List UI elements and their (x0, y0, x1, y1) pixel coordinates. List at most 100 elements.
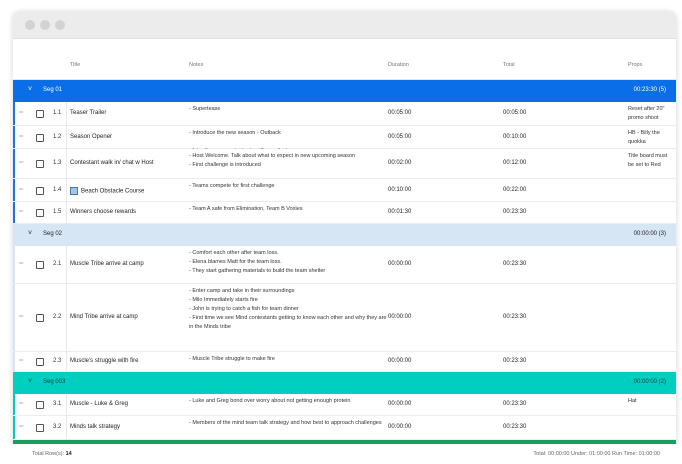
chevron-down-icon[interactable]: ˅ (28, 86, 32, 94)
chevron-down-icon[interactable]: ˅ (28, 230, 32, 238)
row-total: 00:10:00 (503, 134, 527, 140)
drag-handle-icon[interactable]: ═ (19, 134, 23, 140)
row-notes[interactable]: - Muscle Tribe struggle to make fire (189, 355, 389, 364)
row-title[interactable]: Beach Obstacle Course (70, 187, 144, 195)
row-total: 00:12:00 (503, 160, 527, 166)
drag-handle-icon[interactable]: ═ (19, 209, 23, 215)
row-duration[interactable]: 00:05:00 (388, 134, 411, 140)
drag-handle-icon[interactable]: ═ (19, 160, 23, 166)
row-checkbox[interactable] (36, 401, 44, 409)
segment-header[interactable]: ˅ Seg 003 00:00:00 (2) (13, 372, 676, 394)
row-accent-bar (13, 394, 15, 415)
thumbnail-icon[interactable] (70, 187, 78, 195)
notes-line (189, 138, 389, 147)
column-divider (66, 416, 67, 439)
drag-handle-icon[interactable]: ═ (19, 261, 23, 267)
rundown-grid: Title Notes Duration Total Props ˅ Seg 01… (13, 39, 676, 454)
notes-line: - John is trying to catch a fish for tea… (189, 306, 299, 312)
window-close-dot[interactable] (25, 20, 35, 30)
row-duration[interactable]: 00:10:00 (388, 187, 411, 193)
row-notes[interactable]: - Enter camp and take in their surroundi… (189, 287, 389, 332)
drag-handle-icon[interactable]: ═ (19, 187, 23, 193)
row-title[interactable]: Contestant walk in/ chat w Host (70, 160, 154, 166)
table-row[interactable]: ═ 3.2 Minds talk strategy - Members of the … (13, 416, 676, 440)
row-title-text: Beach Obstacle Course (81, 188, 145, 195)
row-checkbox[interactable] (36, 424, 44, 432)
row-duration[interactable]: 00:00:00 (388, 314, 411, 320)
row-checkbox[interactable] (36, 160, 44, 168)
row-checkbox[interactable] (36, 134, 44, 142)
column-header-duration[interactable]: Duration (388, 62, 409, 68)
window-maximize-dot[interactable] (55, 20, 65, 30)
table-row[interactable]: ═ 1.2 Season Opener - Introduce the new sea… (13, 126, 676, 154)
row-duration[interactable]: 00:00:00 (388, 358, 411, 364)
column-header-title[interactable]: Title (70, 62, 80, 68)
row-duration[interactable]: 00:00:00 (388, 261, 411, 267)
row-duration[interactable]: 00:00:00 (388, 401, 411, 407)
row-checkbox[interactable] (36, 261, 44, 269)
drag-handle-icon[interactable]: ═ (19, 110, 23, 116)
notes-line: - Team A safe from Elimination, Team B V… (189, 206, 303, 212)
segment-status: 00:00:00 (2) (633, 379, 666, 385)
drag-handle-icon[interactable]: ═ (19, 314, 23, 320)
segment-header[interactable]: ˅ Seg 02 00:00:00 (3) (13, 224, 676, 246)
row-title[interactable]: Season Opener (70, 134, 112, 140)
row-count-value: 14 (65, 451, 72, 457)
row-accent-bar (13, 284, 15, 351)
row-notes[interactable]: - Host Welcome. Talk about what to expec… (189, 152, 389, 170)
row-duration[interactable]: 00:00:00 (388, 424, 411, 430)
segment-header[interactable]: ˅ Seg 01 00:23:30 (5) (13, 80, 676, 102)
row-title-text: Contestant walk in/ chat w Host (70, 160, 154, 166)
row-props[interactable]: Hat (628, 397, 672, 406)
row-title[interactable]: Muscle - Luke & Greg (70, 401, 128, 407)
row-title[interactable]: Muscle's struggle with fire (70, 358, 139, 364)
notes-line: - Milo Immediately starts fire (189, 297, 258, 303)
app-window: Title Notes Duration Total Props ˅ Seg 01… (13, 11, 676, 464)
row-duration[interactable]: 00:01:30 (388, 209, 411, 215)
table-row[interactable]: ═ 2.3 Muscle's struggle with fire - Muscle … (13, 352, 676, 372)
row-title[interactable]: Teaser Trailer (70, 110, 106, 116)
row-checkbox[interactable] (36, 187, 44, 195)
row-checkbox[interactable] (36, 314, 44, 322)
row-notes[interactable]: - Luke and Greg bond over worry about no… (189, 397, 389, 406)
table-row[interactable]: ═ 2.2 Mind Tribe arrive at camp - Enter cam… (13, 284, 676, 352)
drag-handle-icon[interactable]: ═ (19, 401, 23, 407)
table-row[interactable]: ═ 1.4 Beach Obstacle Course - Teams compete… (13, 179, 676, 202)
row-accent-bar (13, 102, 15, 125)
row-notes[interactable]: - Supertease (189, 105, 389, 114)
chevron-down-icon[interactable]: ˅ (28, 378, 32, 386)
column-divider (66, 102, 67, 125)
row-total: 00:23:30 (503, 209, 527, 215)
row-checkbox[interactable] (36, 110, 44, 118)
column-header-notes[interactable]: Notes (189, 62, 203, 68)
column-divider (66, 284, 67, 351)
row-title[interactable]: Winners choose rewards (70, 209, 136, 215)
notes-line: - Luke and Greg bond over worry about no… (189, 398, 351, 404)
table-row[interactable]: ═ 1.1 Teaser Trailer - Supertease 00:05:00 00… (13, 102, 676, 126)
row-props[interactable]: Title board must be set to Red (628, 152, 672, 170)
row-notes[interactable]: - Comfort each other after team loss. - E… (189, 249, 389, 276)
row-checkbox[interactable] (36, 358, 44, 366)
table-row[interactable]: ═ 2.1 Muscle Tribe arrive at camp - Comfort… (13, 246, 676, 284)
row-title-text: Muscle's struggle with fire (70, 358, 139, 364)
table-row[interactable]: ═ 1.5 Winners choose rewards - Team A safe … (13, 202, 676, 224)
drag-handle-icon[interactable]: ═ (19, 358, 23, 364)
column-header-props[interactable]: Props (628, 62, 642, 68)
row-count: Total Row(s): 14 (32, 451, 72, 457)
table-row[interactable]: ═ 1.3 Contestant walk in/ chat w Host - Hos… (13, 149, 676, 179)
row-title[interactable]: Mind Tribe arrive at camp (70, 314, 138, 320)
row-notes[interactable]: - Members of the mind team talk strategy… (189, 419, 389, 428)
column-header-total[interactable]: Total (503, 62, 515, 68)
row-duration[interactable]: 00:05:00 (388, 110, 411, 116)
row-props[interactable]: HB - Billy the quokka (628, 129, 672, 147)
row-checkbox[interactable] (36, 209, 44, 217)
row-title[interactable]: Muscle Tribe arrive at camp (70, 261, 144, 267)
drag-handle-icon[interactable]: ═ (19, 424, 23, 430)
row-props[interactable]: Reset after 20" promo shoot (628, 105, 672, 123)
row-notes[interactable]: - Team A safe from Elimination, Team B V… (189, 205, 389, 214)
table-row[interactable]: ═ 3.1 Muscle - Luke & Greg - Luke and Greg … (13, 394, 676, 416)
window-minimize-dot[interactable] (40, 20, 50, 30)
row-notes[interactable]: - Teams compete for first challenge (189, 182, 389, 191)
row-title[interactable]: Minds talk strategy (70, 424, 120, 430)
row-duration[interactable]: 00:02:00 (388, 160, 411, 166)
